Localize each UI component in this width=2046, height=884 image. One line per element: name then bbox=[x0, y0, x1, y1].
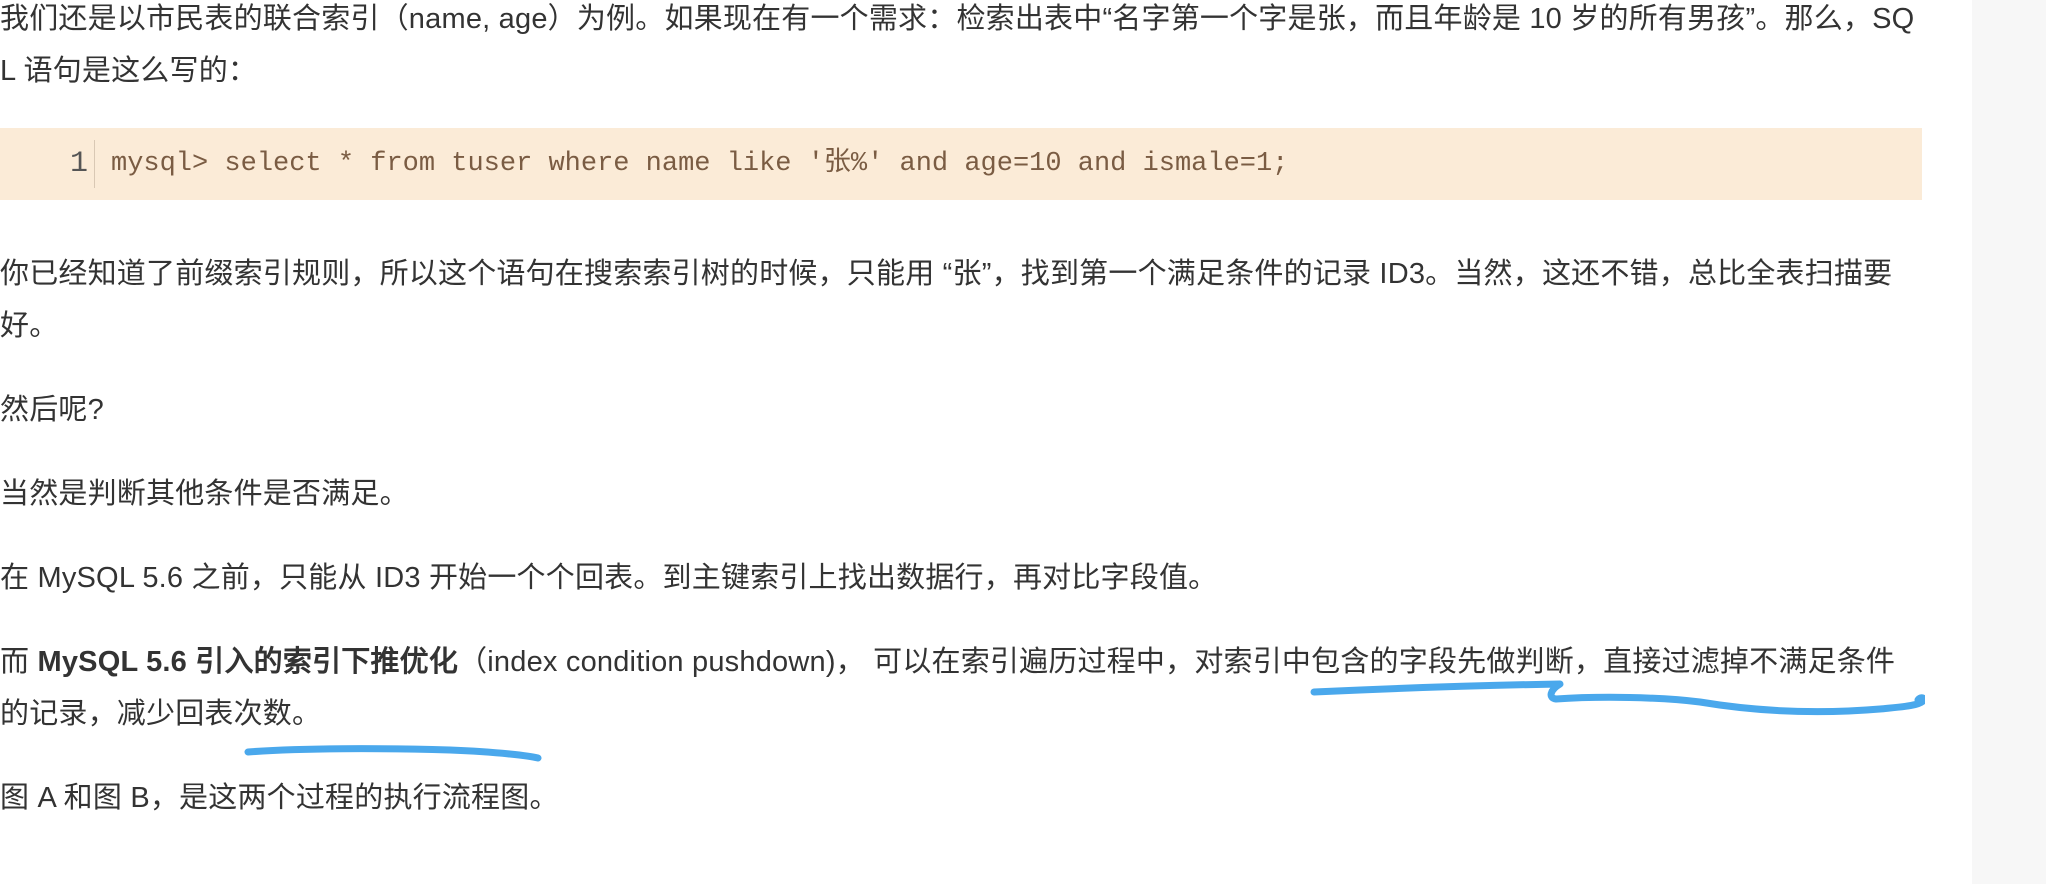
paragraph-figure-caption: 图 A 和图 B，是这两个过程的执行流程图。 bbox=[0, 782, 559, 814]
p6-bold-term: MySQL 5.6 引入的索引下推优化 bbox=[37, 646, 459, 678]
paragraph-then-what: 然后呢? bbox=[0, 394, 104, 426]
paragraph-before-56: 在 MySQL 5.6 之前，只能从 ID3 开始一个个回表。到主键索引上找出数… bbox=[0, 562, 1218, 594]
paragraph-prefix-index: 你已经知道了前缀索引规则，所以这个语句在搜索索引树的时候，只能用 “张”，找到第… bbox=[0, 258, 1893, 342]
code-sql-statement[interactable]: mysql> select * from tuser where name li… bbox=[111, 128, 1288, 200]
p6-lead: 而 bbox=[0, 646, 38, 678]
code-block[interactable]: 1 mysql> select * from tuser where name … bbox=[0, 128, 1922, 200]
paragraph-index-pushdown: 而 MySQL 5.6 引入的索引下推优化（index condition pu… bbox=[0, 636, 1922, 740]
article-body: 我们还是以市民表的联合索引（name, age）为例。如果现在有一个需求：检索出… bbox=[0, 0, 1925, 884]
right-side-panel bbox=[1972, 0, 2046, 884]
code-line-number: 1 bbox=[69, 147, 88, 181]
paragraph-check-conditions: 当然是判断其他条件是否满足。 bbox=[0, 478, 409, 510]
code-gutter-divider bbox=[94, 140, 95, 188]
paragraph-intro: 我们还是以市民表的联合索引（name, age）为例。如果现在有一个需求：检索出… bbox=[0, 3, 1915, 87]
underline-stroke-line2 bbox=[244, 745, 542, 762]
